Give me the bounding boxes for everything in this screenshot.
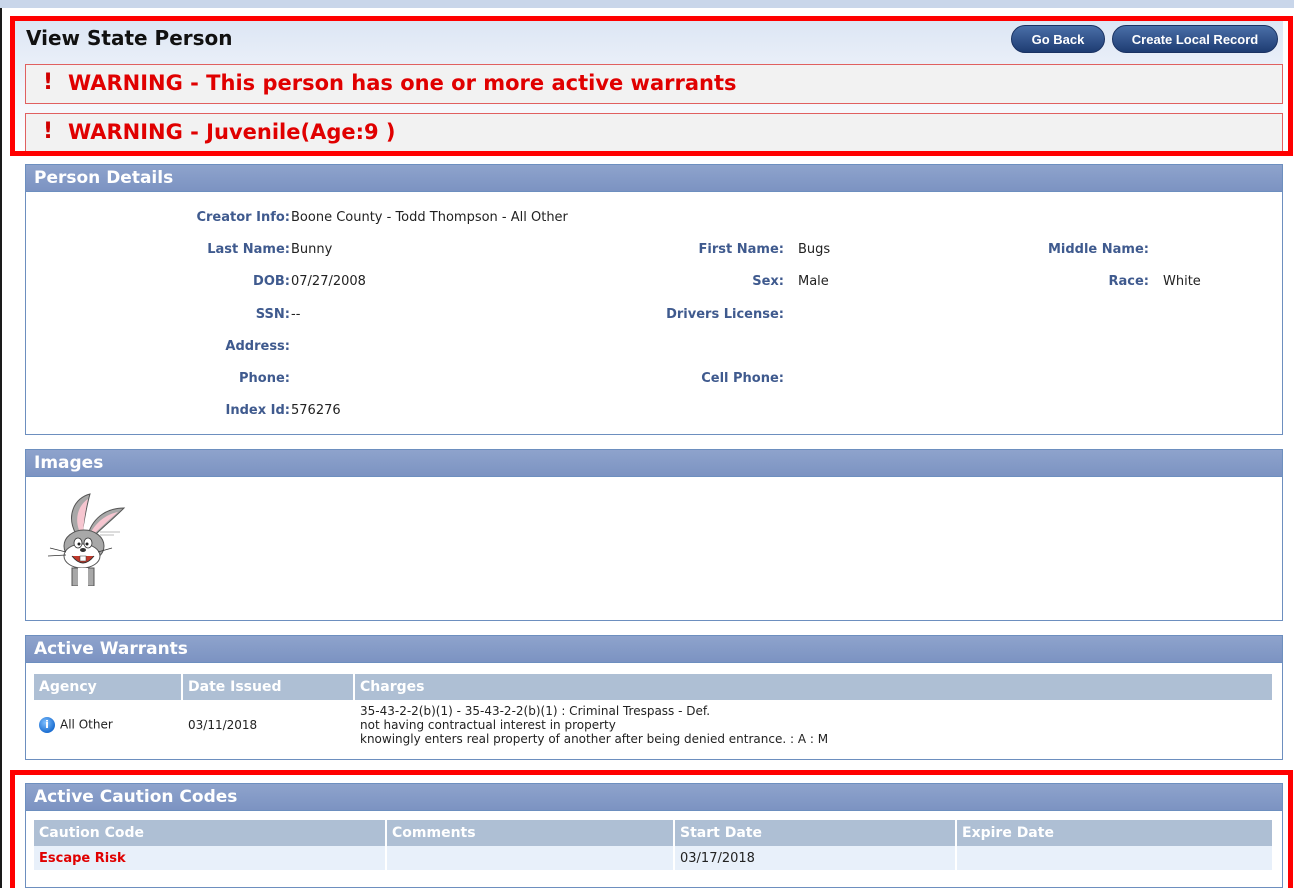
caution-header-row: Caution Code Comments Start Date Expire … [34, 820, 1274, 846]
warrants-header-row: Agency Date Issued Charges [34, 674, 1274, 700]
create-local-record-button[interactable]: Create Local Record [1112, 25, 1278, 53]
cell-phone-label: Cell Phone: [701, 371, 784, 386]
charge-line: not having contractual interest in prope… [360, 718, 616, 732]
warrant-warning: ! WARNING - This person has one or more … [25, 64, 1283, 104]
active-warrants-panel: Active Warrants Agency Date Issued Charg… [25, 635, 1283, 760]
active-warrants-heading: Active Warrants [26, 636, 1282, 663]
index-id-value: 576276 [291, 403, 341, 418]
images-heading: Images [26, 450, 1282, 477]
col-charges: Charges [354, 674, 1274, 700]
race-value: White [1163, 274, 1201, 289]
go-back-button[interactable]: Go Back [1011, 25, 1105, 53]
active-caution-codes-panel: Active Caution Codes Caution Code Commen… [25, 783, 1283, 888]
warrant-warning-text: WARNING - This person has one or more ac… [68, 71, 737, 95]
col-comments: Comments [386, 820, 675, 846]
images-panel: Images [25, 449, 1283, 621]
charges-cell: 35-43-2-2(b)(1) - 35-43-2-2(b)(1) : Crim… [354, 700, 1274, 750]
first-name-value: Bugs [798, 242, 831, 257]
drivers-license-label: Drivers License: [666, 307, 784, 322]
caution-code-cell: Escape Risk [34, 846, 387, 870]
date-issued-cell: 03/11/2018 [182, 700, 355, 750]
ssn-value: -- [291, 307, 301, 322]
person-details-heading: Person Details [26, 165, 1282, 192]
agency-cell: i All Other [34, 700, 183, 750]
charge-line: 35-43-2-2(b)(1) - 35-43-2-2(b)(1) : Crim… [360, 704, 711, 718]
top-strip [0, 0, 1294, 8]
last-name-value: Bunny [291, 242, 333, 257]
col-agency: Agency [34, 674, 183, 700]
table-row: i All Other 03/11/2018 35-43-2-2(b)(1) - … [34, 700, 1274, 750]
info-icon[interactable]: i [39, 717, 55, 733]
escape-risk-link[interactable]: Escape Risk [39, 851, 126, 866]
sex-value: Male [798, 274, 829, 289]
creator-info-label: Creator Info: [196, 210, 290, 225]
index-id-label: Index Id: [225, 403, 290, 418]
alert-icon: ! [42, 70, 54, 95]
comments-cell [386, 846, 675, 870]
sex-label: Sex: [752, 274, 784, 289]
middle-name-label: Middle Name: [1047, 242, 1149, 257]
charge-line: knowingly enters real property of anothe… [360, 732, 829, 746]
active-caution-codes-heading: Active Caution Codes [26, 784, 1282, 811]
person-details-panel: Person Details Creator Info: Boone Count… [25, 164, 1283, 435]
dob-label: DOB: [253, 274, 290, 289]
expire-date-cell [956, 846, 1274, 870]
ssn-label: SSN: [255, 307, 290, 322]
agency-value: All Other [60, 717, 113, 732]
table-row: Escape Risk 03/17/2018 [34, 846, 1274, 870]
last-name-label: Last Name: [207, 242, 290, 257]
page-title: View State Person [26, 26, 233, 50]
address-label: Address: [225, 339, 290, 354]
phone-label: Phone: [239, 371, 290, 386]
caution-codes-table: Caution Code Comments Start Date Expire … [34, 820, 1274, 870]
left-border [0, 8, 2, 888]
col-expire-date: Expire Date [956, 820, 1274, 846]
col-start-date: Start Date [674, 820, 957, 846]
warrants-table: Agency Date Issued Charges i All Other 03… [34, 674, 1274, 750]
page-header: View State Person Go Back Create Local R… [10, 16, 1283, 153]
creator-info-value: Boone County - Todd Thompson - All Other [291, 210, 568, 225]
first-name-label: First Name: [698, 242, 784, 257]
dob-value: 07/27/2008 [291, 274, 366, 289]
person-photo-thumbnail[interactable] [46, 486, 126, 586]
race-label: Race: [1108, 274, 1149, 289]
col-caution-code: Caution Code [34, 820, 387, 846]
start-date-cell: 03/17/2018 [674, 846, 957, 870]
alert-icon: ! [42, 119, 54, 144]
juvenile-warning-text: WARNING - Juvenile(Age:9 ) [68, 120, 396, 144]
juvenile-warning: ! WARNING - Juvenile(Age:9 ) [25, 113, 1283, 153]
col-date-issued: Date Issued [182, 674, 355, 700]
